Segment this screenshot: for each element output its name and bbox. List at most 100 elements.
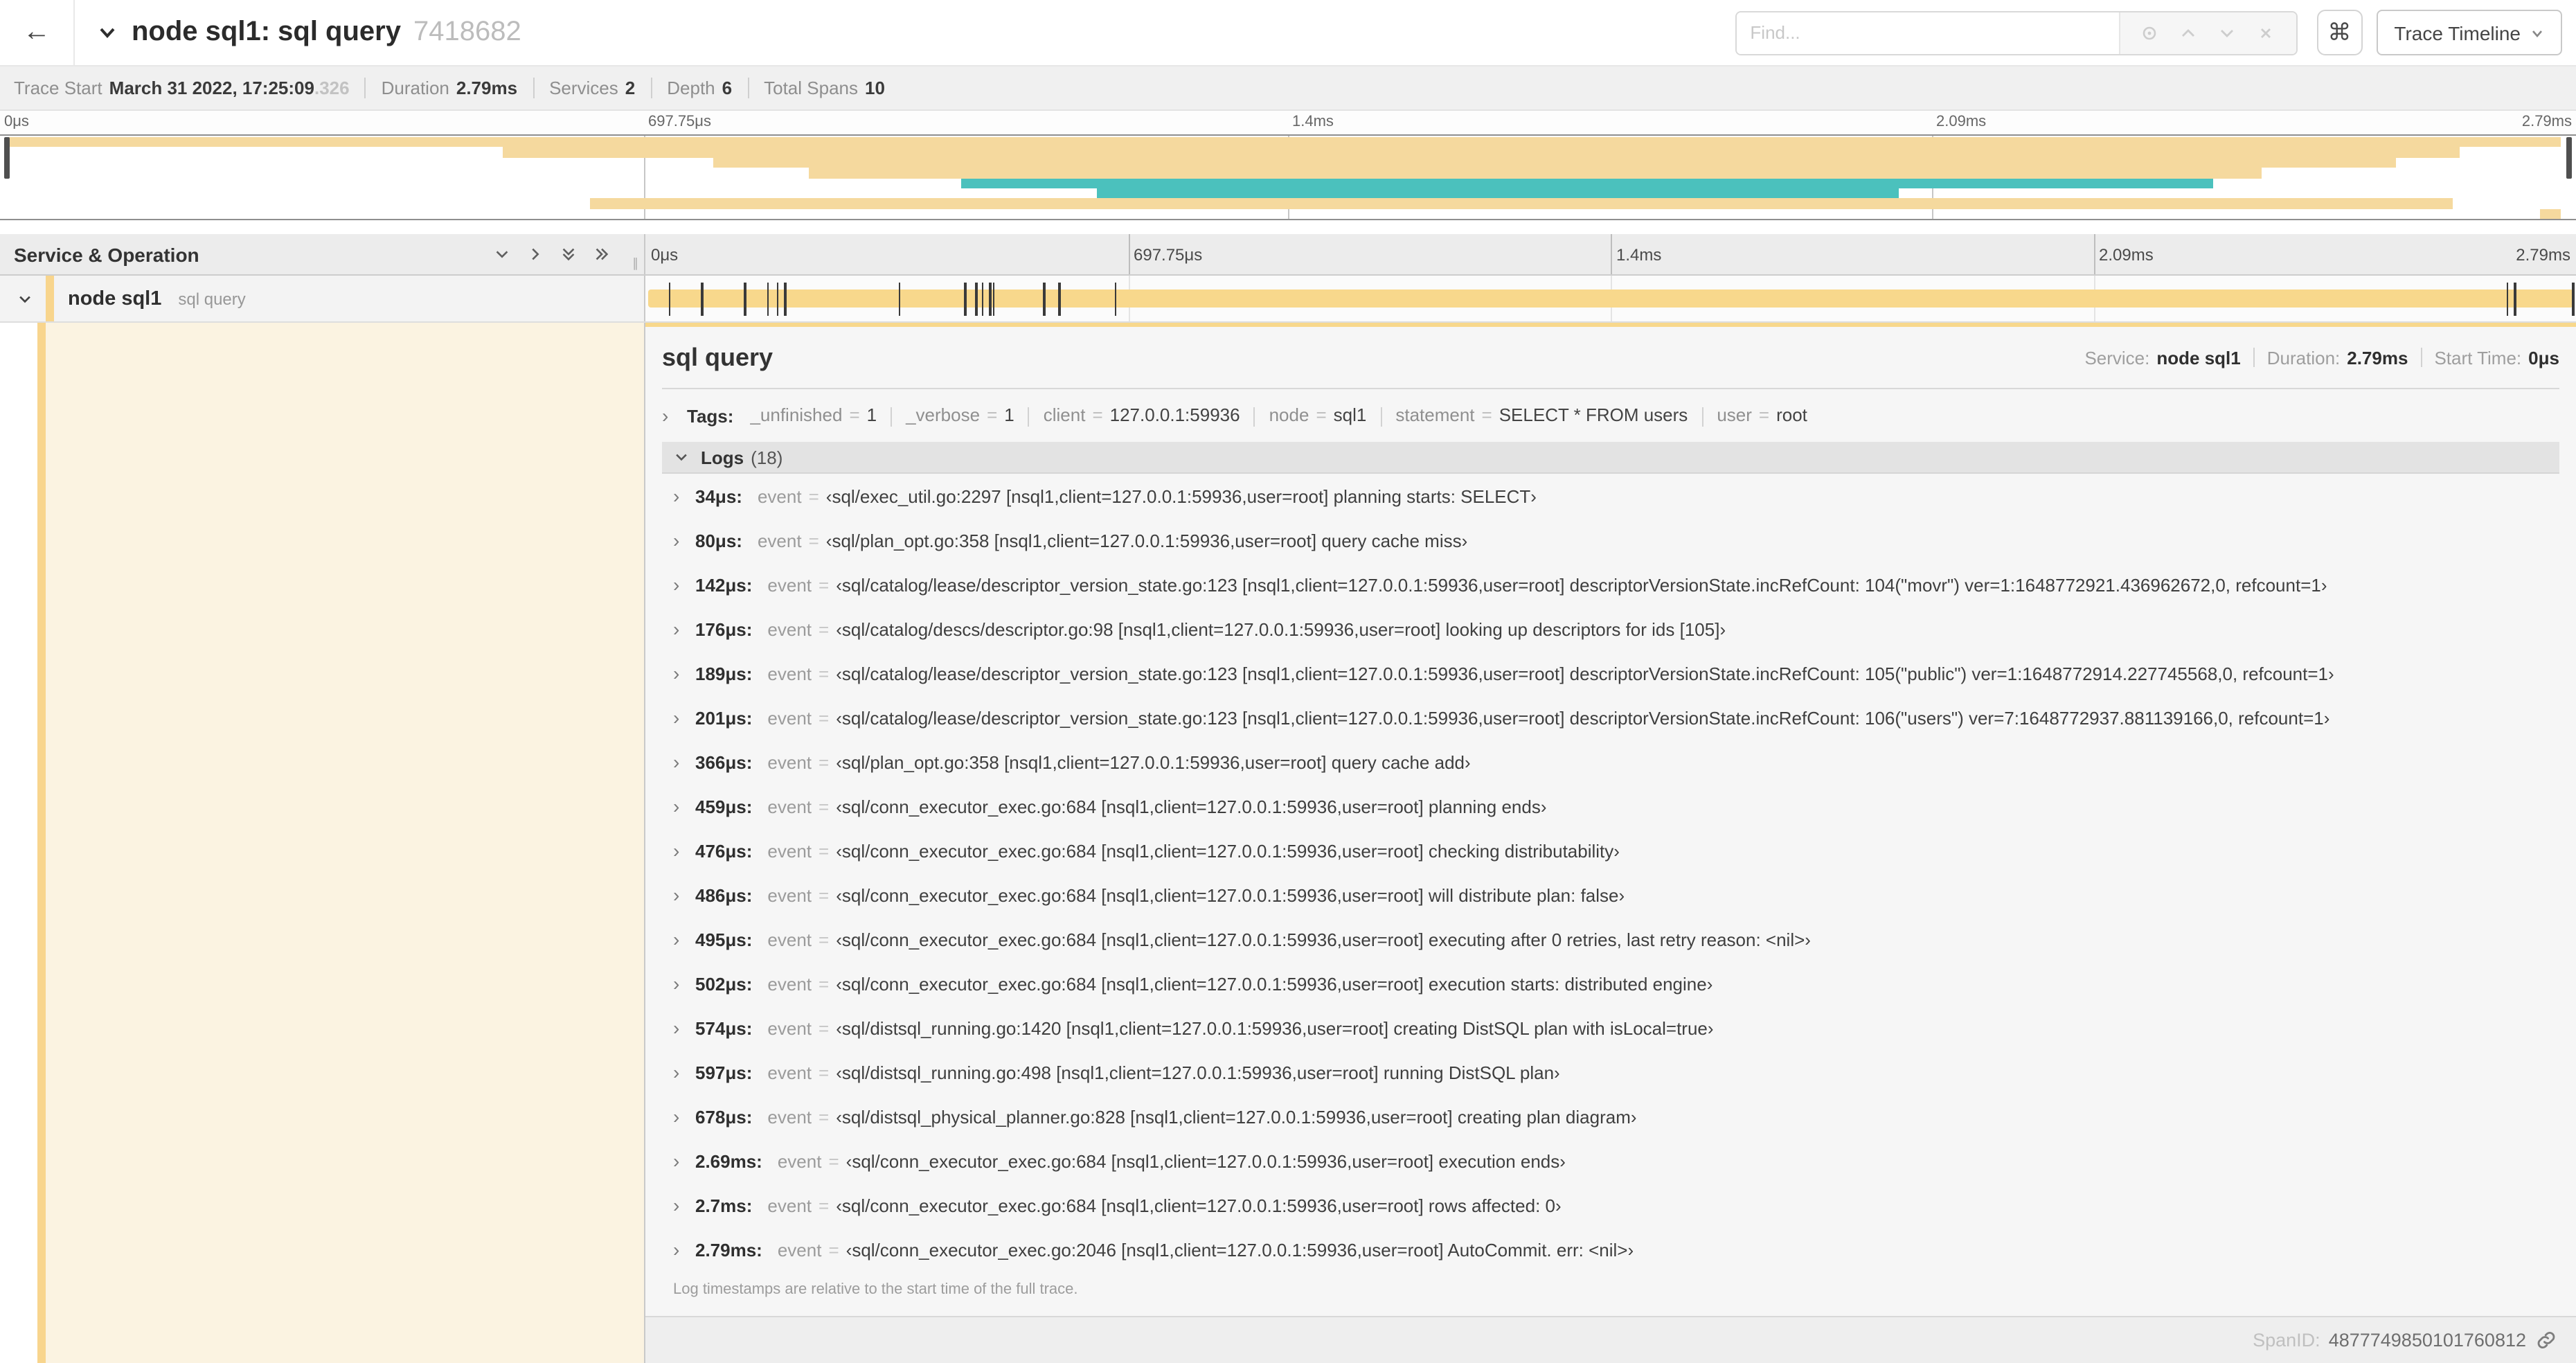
chevron-right-icon[interactable]: › [673,795,690,817]
minimap-tick-label: 697.75μs [648,114,711,130]
log-equals: = [819,618,830,639]
chevron-right-icon[interactable]: › [673,1061,690,1083]
log-row[interactable]: › 678μs: event = ‹sql/distsql_physical_plann… [662,1094,2559,1139]
chevron-right-icon[interactable]: › [673,1238,690,1260]
chevron-right-icon[interactable]: › [673,573,690,596]
chevron-right-icon[interactable]: › [662,404,679,427]
keyboard-shortcuts-button[interactable]: ⌘ [2316,10,2363,55]
log-row[interactable]: › 574μs: event = ‹sql/distsql_running.go:142… [662,1006,2559,1050]
span-duration-bar[interactable] [648,289,2573,308]
log-event-tick[interactable] [776,283,779,316]
chevron-right-icon[interactable]: › [673,972,690,995]
log-event-tick[interactable] [964,283,966,316]
chevron-right-icon[interactable]: › [673,1150,690,1172]
log-field-value: ‹sql/conn_executor_exec.go:684 [nsql1,cl… [836,840,1620,861]
link-icon[interactable] [2536,1330,2557,1351]
minimap-left-scrubber[interactable] [4,137,10,179]
next-result-icon[interactable] [2218,23,2237,42]
log-event-tick[interactable] [2514,283,2516,316]
minimap-span-bar [960,178,2213,188]
chevron-right-icon[interactable]: › [673,485,690,507]
chevron-down-icon[interactable] [17,290,33,307]
chevron-right-icon[interactable]: › [673,839,690,862]
log-row[interactable]: › 476μs: event = ‹sql/conn_executor_exec.go:… [662,828,2559,873]
expand-one-icon[interactable] [526,245,544,263]
log-row[interactable]: › 2.69ms: event = ‹sql/conn_executor_exec.go… [662,1139,2559,1183]
chevron-down-icon[interactable] [97,22,118,43]
chevron-right-icon[interactable]: › [673,1194,690,1216]
service-operation-header: Service & Operation ∥ [0,234,645,274]
collapse-one-icon[interactable] [493,245,511,263]
log-row[interactable]: › 34μs: event = ‹sql/exec_util.go:2297 [nsql… [662,474,2559,518]
log-row[interactable]: › 502μs: event = ‹sql/conn_executor_exec.go:… [662,961,2559,1006]
span-row[interactable]: node sql1 sql query [0,276,2576,323]
trace-start-value: March 31 2022, 17:25:09 [109,78,314,98]
log-row[interactable]: › 189μs: event = ‹sql/catalog/lease/descript… [662,651,2559,695]
log-equals: = [808,485,819,506]
chevron-right-icon[interactable]: › [673,706,690,729]
span-row-label[interactable]: node sql1 sql query [0,276,645,321]
chevron-right-icon[interactable]: › [673,1017,690,1039]
chevron-right-icon[interactable]: › [673,928,690,950]
chevron-right-icon[interactable]: › [673,662,690,684]
log-event-tick[interactable] [1114,283,1117,316]
detail-row-tint [46,323,644,1363]
log-row[interactable]: › 366μs: event = ‹sql/plan_opt.go:358 [nsql1… [662,740,2559,784]
chevron-right-icon[interactable]: › [673,529,690,551]
log-event-tick[interactable] [744,283,746,316]
collapse-all-icon[interactable] [560,245,578,263]
log-event-tick[interactable] [1058,283,1061,316]
log-row[interactable]: › 201μs: event = ‹sql/catalog/lease/descript… [662,695,2559,740]
clear-find-icon[interactable] [2257,23,2276,42]
logs-section-header[interactable]: Logs (18) [662,442,2559,474]
log-field-key: event [777,1150,822,1171]
log-event-tick[interactable] [1043,283,1046,316]
log-event-tick[interactable] [767,283,769,316]
log-row[interactable]: › 2.79ms: event = ‹sql/conn_executor_exec.go… [662,1227,2559,1272]
trace-minimap[interactable] [0,134,2576,220]
log-event-tick[interactable] [992,283,995,316]
tag-key: user [1717,404,1752,426]
log-field-value: ‹sql/distsql_running.go:498 [nsql1,clien… [836,1062,1560,1083]
column-resize-grip[interactable]: ∥ [632,256,640,271]
log-event-tick[interactable] [975,283,978,316]
total-spans-label: Total Spans [764,78,858,98]
log-row[interactable]: › 80μs: event = ‹sql/plan_opt.go:358 [nsql1,… [662,518,2559,562]
find-input[interactable] [1736,12,2119,53]
log-timestamp: 459μs: [695,796,753,817]
log-event-tick[interactable] [784,283,787,316]
log-row[interactable]: › 486μs: event = ‹sql/conn_executor_exec.go:… [662,873,2559,917]
back-button[interactable]: ← [0,0,75,65]
tags-row[interactable]: › Tags: _unfinished = 1 _verbose = 1 client = 12… [662,389,2559,442]
minimap-right-scrubber[interactable] [2566,137,2572,179]
log-event-tick[interactable] [668,283,671,316]
log-timestamp: 176μs: [695,618,753,639]
trace-depth: Depth 6 [667,78,732,98]
log-event-tick[interactable] [898,283,901,316]
chevron-right-icon[interactable]: › [673,1105,690,1128]
log-timestamp: 366μs: [695,751,753,772]
prev-result-icon[interactable] [2179,23,2198,42]
locate-icon[interactable] [2140,23,2159,42]
log-event-tick[interactable] [2572,283,2575,316]
log-row[interactable]: › 176μs: event = ‹sql/catalog/descs/descript… [662,607,2559,651]
log-row[interactable]: › 597μs: event = ‹sql/distsql_running.go:498… [662,1050,2559,1094]
log-row[interactable]: › 495μs: event = ‹sql/conn_executor_exec.go:… [662,917,2559,961]
logs-list: › 34μs: event = ‹sql/exec_util.go:2297 [nsql… [662,474,2559,1272]
log-event-tick[interactable] [701,283,704,316]
log-row[interactable]: › 2.7ms: event = ‹sql/conn_executor_exec.go:… [662,1183,2559,1227]
chevron-right-icon[interactable]: › [673,618,690,640]
log-field-value: ‹sql/conn_executor_exec.go:684 [nsql1,cl… [836,796,1547,817]
chevron-right-icon[interactable]: › [673,884,690,906]
tag-equals: = [987,404,998,426]
log-row[interactable]: › 459μs: event = ‹sql/conn_executor_exec.go:… [662,784,2559,828]
log-event-tick[interactable] [989,283,992,316]
view-selector-dropdown[interactable]: Trace Timeline [2376,10,2562,55]
span-timeline-track[interactable] [645,276,2576,321]
log-event-tick[interactable] [2506,283,2509,316]
chevron-right-icon[interactable]: › [673,751,690,773]
log-row[interactable]: › 142μs: event = ‹sql/catalog/lease/descript… [662,562,2559,607]
log-event-tick[interactable] [981,283,984,316]
log-timestamp: 142μs: [695,574,753,595]
expand-all-icon[interactable] [593,245,611,263]
